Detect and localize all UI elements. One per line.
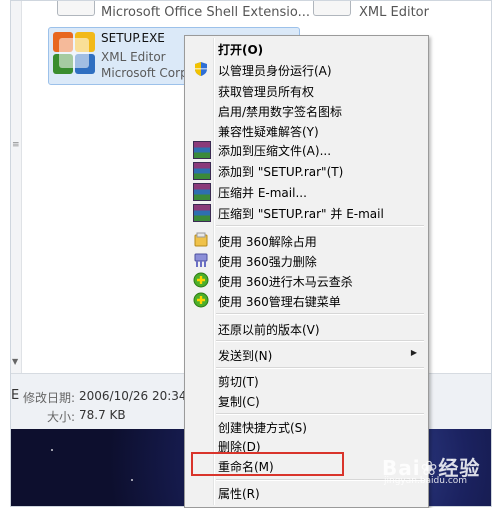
- uac-shield-icon: [195, 62, 207, 76]
- menu-item-send-to[interactable]: 发送到(N) ▶: [187, 344, 425, 364]
- selected-file-name: SETUP.EXE: [101, 31, 165, 45]
- file-icon: [313, 1, 351, 16]
- scroll-down-arrow-icon[interactable]: ▼: [12, 357, 18, 366]
- menu-item-add-to-setup-rar-label: 添加到 "SETUP.rar"(T): [218, 165, 344, 179]
- menu-item-compress-email[interactable]: 压缩并 E-mail...: [187, 181, 425, 201]
- menu-item-add-to-archive-label: 添加到压缩文件(A)...: [218, 144, 332, 158]
- winrar-icon: [193, 204, 211, 222]
- menu-item-add-to-archive[interactable]: 添加到压缩文件(A)...: [187, 139, 425, 159]
- menu-item-copy[interactable]: 复制(C): [187, 390, 425, 410]
- menu-item-open[interactable]: 打开(O): [187, 38, 425, 58]
- context-menu: 打开(O) 以管理员身份运行(A) 获取管理员所有权 启用/禁用数字签名图标 兼…: [184, 35, 429, 508]
- baidu-jingyan-watermark: Bai❀经验 jingyan.baidu.com: [380, 452, 492, 492]
- menu-item-360-manage-menu-label: 使用 360管理右键菜单: [218, 295, 341, 309]
- menu-separator: [216, 313, 424, 315]
- menu-item-360-manage-menu[interactable]: 使用 360管理右键菜单: [187, 290, 425, 310]
- selected-file-type: XML Editor: [101, 50, 166, 64]
- watermark-domain: jingyan.baidu.com: [384, 476, 468, 486]
- menu-item-add-to-setup-rar[interactable]: 添加到 "SETUP.rar"(T): [187, 160, 425, 180]
- menu-item-360-trojan-scan[interactable]: 使用 360进行木马云查杀: [187, 270, 425, 290]
- selected-file-company: Microsoft Corp: [101, 66, 188, 80]
- menu-item-360-force-delete-label: 使用 360强力删除: [218, 255, 317, 269]
- security-360-icon: [193, 292, 209, 308]
- menu-separator: [216, 340, 424, 342]
- size-value: 78.7 KB: [79, 408, 126, 422]
- menu-item-toggle-signature-icon[interactable]: 启用/禁用数字签名图标: [187, 100, 425, 120]
- menu-item-360-force-delete[interactable]: 使用 360强力删除: [187, 250, 425, 270]
- file-icon: [57, 1, 95, 16]
- menu-item-run-as-admin[interactable]: 以管理员身份运行(A): [187, 59, 425, 79]
- menu-item-open-label: 打开(O): [218, 43, 264, 57]
- menu-item-properties-label: 属性(R): [218, 487, 260, 501]
- office-setup-icon: [53, 32, 95, 74]
- menu-item-restore-previous[interactable]: 还原以前的版本(V): [187, 318, 425, 338]
- menu-item-compress-setup-rar-email[interactable]: 压缩到 "SETUP.rar" 并 E-mail: [187, 202, 425, 222]
- file-item-xml-editor[interactable]: XML Editor: [311, 1, 491, 21]
- menu-item-360-unlock[interactable]: 使用 360解除占用: [187, 230, 425, 250]
- selected-file-details: XML Editor Microsoft Corp: [101, 49, 188, 81]
- menu-item-360-trojan-scan-label: 使用 360进行木马云查杀: [218, 275, 353, 289]
- menu-item-copy-label: 复制(C): [218, 395, 260, 409]
- file-item-office-shell[interactable]: Microsoft Office Shell Extensio...: [51, 1, 321, 21]
- submenu-arrow-icon: ▶: [410, 348, 417, 357]
- menu-item-cut[interactable]: 剪切(T): [187, 370, 425, 390]
- details-prefix: E: [11, 388, 20, 403]
- menu-item-compress-setup-rar-email-label: 压缩到 "SETUP.rar" 并 E-mail: [218, 207, 384, 221]
- menu-separator: [216, 367, 424, 369]
- security-360-icon: [193, 272, 209, 288]
- menu-item-compress-email-label: 压缩并 E-mail...: [218, 186, 307, 200]
- scroll-track[interactable]: ≡ ▼: [11, 1, 22, 373]
- menu-item-toggle-signature-icon-label: 启用/禁用数字签名图标: [218, 105, 343, 119]
- menu-item-take-ownership-label: 获取管理员所有权: [218, 85, 315, 99]
- rename-highlight-box: [191, 452, 344, 476]
- menu-item-restore-previous-label: 还原以前的版本(V): [218, 323, 320, 337]
- splitter-grip-icon[interactable]: ≡: [12, 140, 20, 150]
- winrar-icon: [193, 141, 211, 159]
- menu-item-run-as-admin-label: 以管理员身份运行(A): [218, 64, 332, 78]
- unlock-360-icon: [194, 232, 208, 247]
- menu-separator: [216, 413, 424, 415]
- menu-item-360-unlock-label: 使用 360解除占用: [218, 235, 317, 249]
- size-label: 大小:: [47, 410, 76, 424]
- winrar-icon: [193, 162, 211, 180]
- menu-item-troubleshoot-compat[interactable]: 兼容性疑难解答(Y): [187, 120, 425, 140]
- file-item-xml-editor-label: XML Editor: [359, 5, 429, 20]
- shredder-360-icon: [194, 253, 208, 267]
- menu-item-create-shortcut[interactable]: 创建快捷方式(S): [187, 416, 425, 436]
- menu-separator: [216, 225, 424, 227]
- menu-item-take-ownership[interactable]: 获取管理员所有权: [187, 80, 425, 100]
- modified-date-label: 修改日期:: [23, 391, 76, 405]
- menu-item-create-shortcut-label: 创建快捷方式(S): [218, 421, 307, 435]
- menu-item-cut-label: 剪切(T): [218, 375, 259, 389]
- winrar-icon: [193, 183, 211, 201]
- menu-item-troubleshoot-compat-label: 兼容性疑难解答(Y): [218, 125, 319, 139]
- modified-date-value: 2006/10/26 20:34: [79, 389, 187, 403]
- file-item-office-shell-label: Microsoft Office Shell Extensio...: [101, 5, 310, 20]
- menu-item-send-to-label: 发送到(N): [218, 349, 273, 363]
